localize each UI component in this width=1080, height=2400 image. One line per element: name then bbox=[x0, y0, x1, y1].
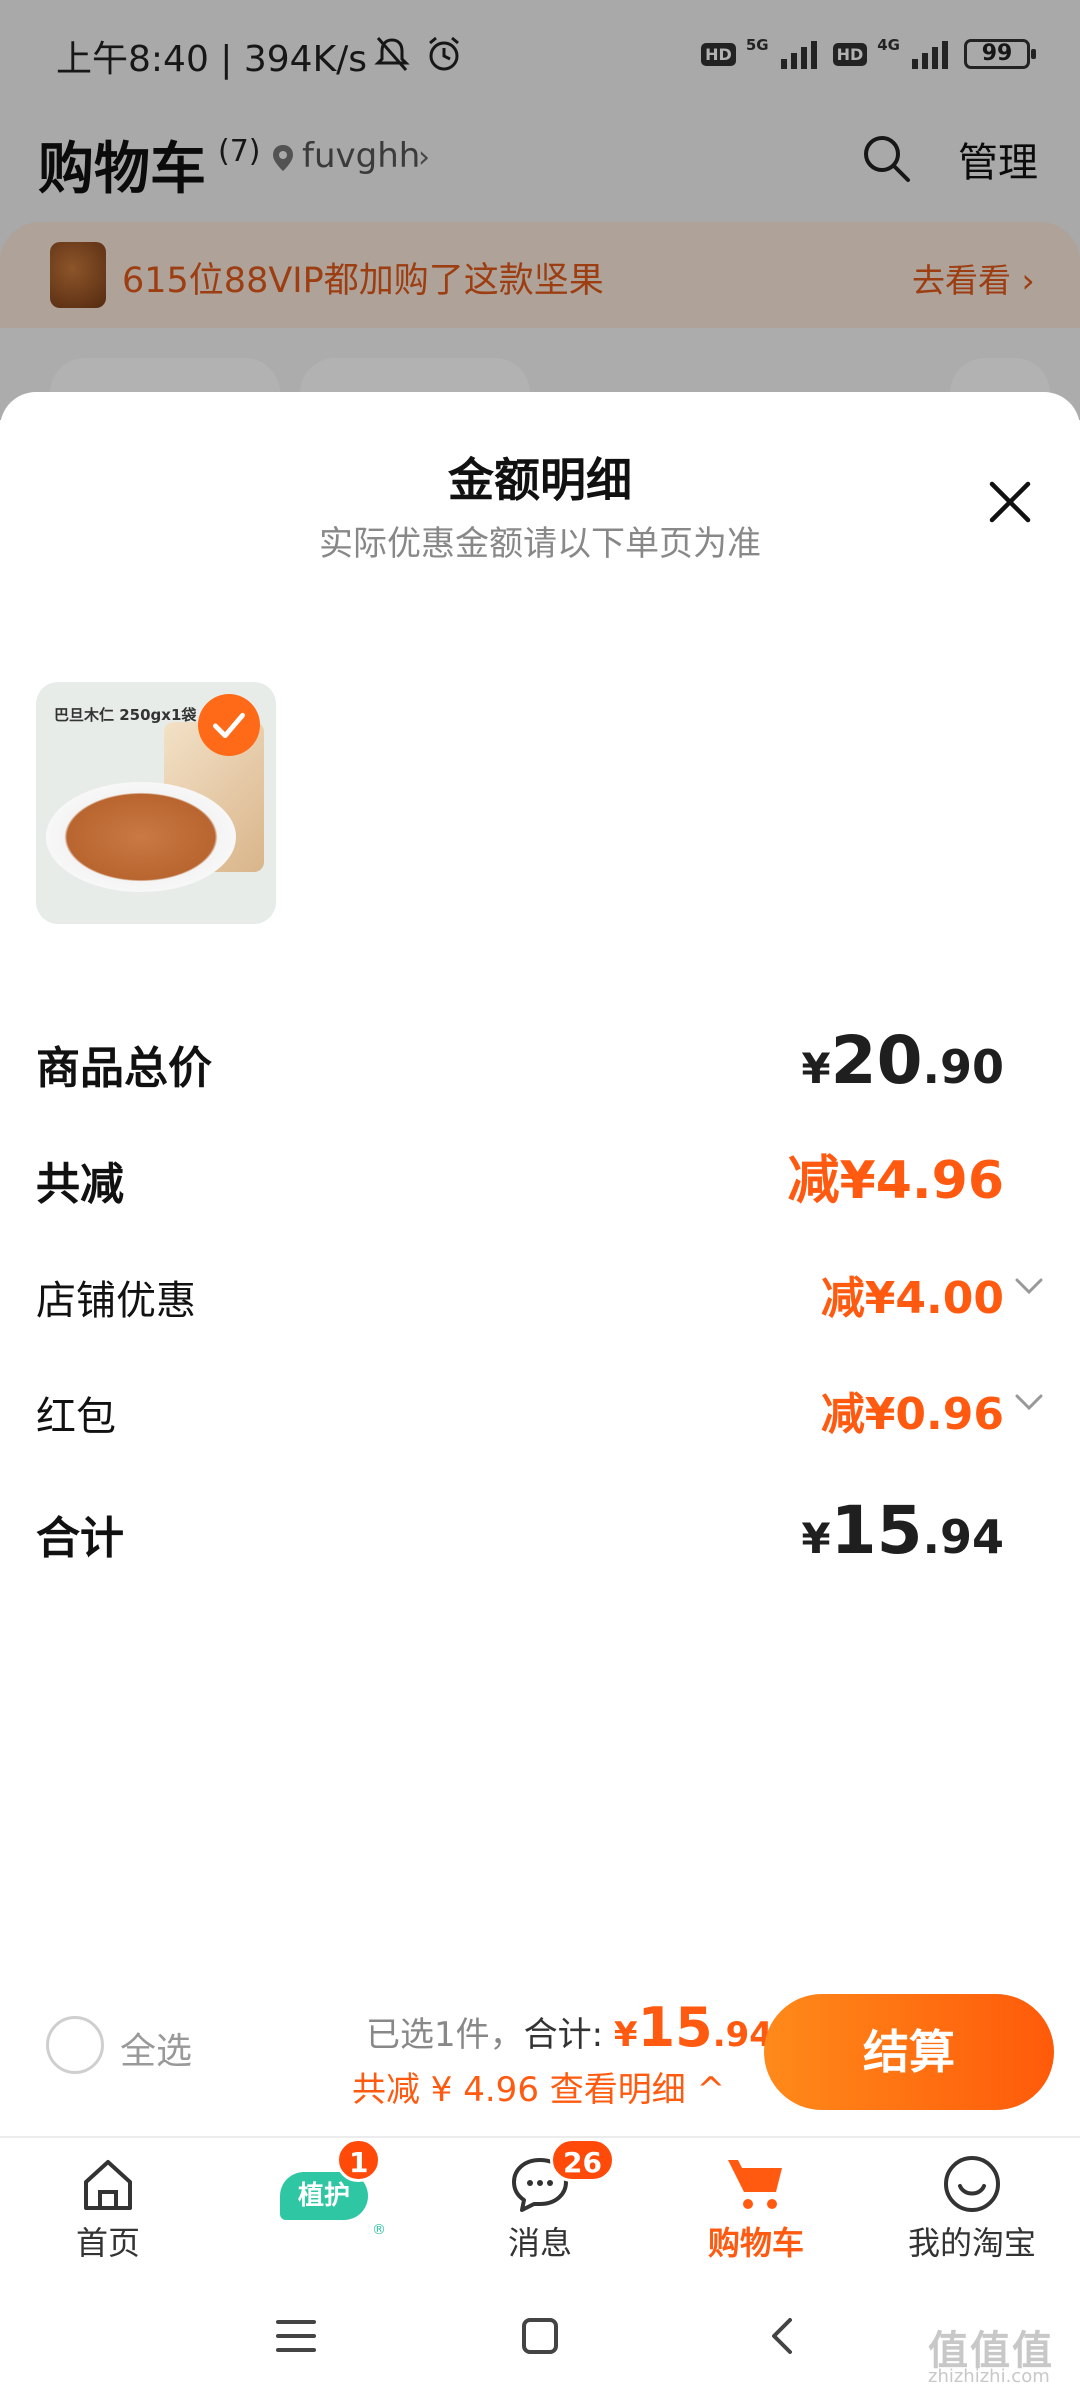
checkout-bar: 全选 已选1件，合计: ¥15.94 共减 ¥ 4.96 查看明细 ^ 结算 bbox=[0, 1980, 1080, 2130]
tab-messages-label: 消息 bbox=[507, 2224, 572, 2262]
select-all-radio[interactable] bbox=[46, 2016, 104, 2074]
view-discount-detail-link[interactable]: 共减 ¥ 4.96 查看明细 ^ bbox=[352, 2062, 725, 2111]
smile-icon bbox=[944, 2156, 1000, 2212]
registered-mark: ® bbox=[372, 2222, 386, 2238]
home-square-icon[interactable] bbox=[518, 2314, 562, 2358]
tab-cart[interactable]: 购物车 bbox=[648, 2138, 864, 2270]
tab-messages[interactable]: 26 消息 bbox=[432, 2138, 648, 2270]
discount-total-label: 共减 bbox=[36, 1159, 124, 1210]
store-discount-value: 减¥4.00 bbox=[820, 1273, 1004, 1324]
cart-page-background: 上午8:40 | 394K/s HD 5G HD 4G 99 购物车 (7) f… bbox=[0, 0, 1080, 420]
almond-bowl-image bbox=[46, 782, 236, 892]
close-icon[interactable] bbox=[984, 476, 1036, 528]
subtotal-row: 商品总价 ¥20.90 bbox=[36, 1022, 1044, 1099]
total-row: 合计 ¥15.94 bbox=[36, 1492, 1044, 1569]
select-all-label[interactable]: 全选 bbox=[120, 2022, 192, 2074]
watermark-url: zhizhizhi.com bbox=[928, 2366, 1050, 2387]
subtotal-value: ¥20.90 bbox=[801, 1022, 1004, 1099]
plant-care-badge: 1 bbox=[336, 2138, 382, 2182]
store-discount-label: 店铺优惠 bbox=[36, 1278, 196, 1324]
sheet-subtitle: 实际优惠金额请以下单页为准 bbox=[319, 524, 761, 564]
bottom-tab-bar: 首页 植护 ® 1 26 消息 购物车 我的淘宝 bbox=[0, 2136, 1080, 2268]
red-packet-value: 减¥0.96 bbox=[820, 1389, 1004, 1440]
chevron-down-icon[interactable] bbox=[1014, 1276, 1044, 1296]
selection-summary: 已选1件，合计: ¥15.94 bbox=[366, 1996, 773, 2059]
tab-my-taobao[interactable]: 我的淘宝 bbox=[864, 2138, 1080, 2270]
discount-total-row: 共减 减¥4.96 bbox=[36, 1138, 1044, 1211]
back-icon[interactable] bbox=[762, 2314, 806, 2358]
tab-my-taobao-label: 我的淘宝 bbox=[907, 2224, 1036, 2262]
checkout-button[interactable]: 结算 bbox=[764, 1994, 1054, 2110]
messages-badge: 26 bbox=[550, 2138, 615, 2182]
cart-icon bbox=[728, 2160, 782, 2209]
menu-icon[interactable] bbox=[274, 2314, 318, 2358]
tab-cart-label: 购物车 bbox=[707, 2224, 804, 2262]
subtotal-label: 商品总价 bbox=[36, 1043, 212, 1094]
red-packet-row[interactable]: 红包 减¥0.96 bbox=[36, 1374, 1044, 1446]
red-packet-label: 红包 bbox=[36, 1394, 116, 1440]
store-discount-row[interactable]: 店铺优惠 减¥4.00 bbox=[36, 1258, 1044, 1330]
selected-check-icon bbox=[198, 694, 260, 756]
total-value: ¥15.94 bbox=[801, 1492, 1004, 1569]
home-icon bbox=[84, 2160, 132, 2210]
modal-dim-overlay[interactable] bbox=[0, 0, 1080, 420]
total-label: 合计 bbox=[36, 1513, 124, 1564]
tab-home[interactable]: 首页 bbox=[0, 2138, 216, 2270]
discount-total-value: 减¥4.96 bbox=[787, 1151, 1004, 1211]
tab-home-label: 首页 bbox=[75, 2224, 140, 2262]
tab-plant-care[interactable]: 植护 ® 1 bbox=[216, 2138, 432, 2270]
sheet-title: 金额明细 bbox=[448, 453, 632, 507]
amount-detail-sheet: 金额明细 实际优惠金额请以下单页为准 巴旦木仁 250gx1袋 商品总价 ¥20… bbox=[0, 392, 1080, 2137]
chevron-down-icon[interactable] bbox=[1014, 1392, 1044, 1412]
system-navigation-bar bbox=[0, 2270, 1080, 2400]
